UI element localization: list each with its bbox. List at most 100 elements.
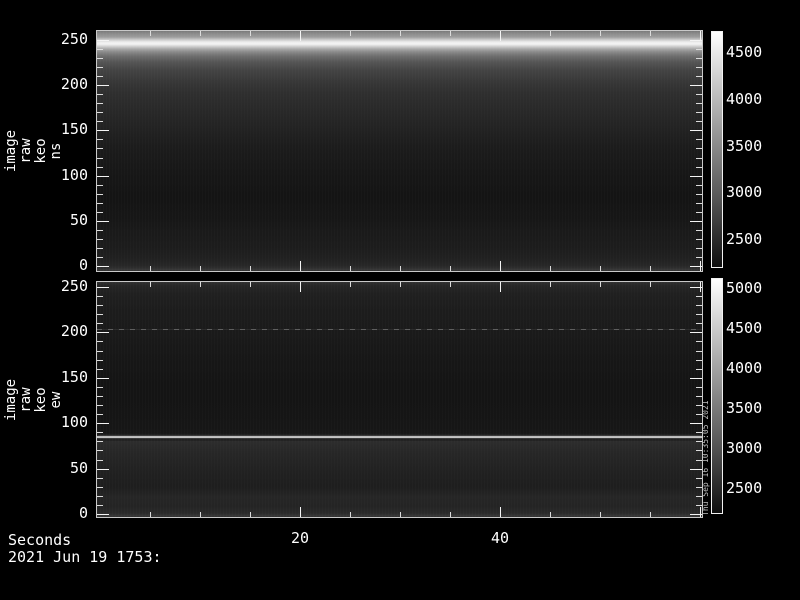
y-axis-tick (97, 351, 103, 352)
y-axis-tick (696, 58, 702, 59)
y-axis-tick (696, 369, 702, 370)
colorbar-tick-label: 3000 (726, 184, 786, 200)
y-axis-title-line: image (4, 368, 19, 432)
x-axis-tick (600, 266, 601, 271)
y-axis-tick (97, 496, 103, 497)
creation-timestamp: Thu Sep 16 10:35:05 2021 (702, 424, 710, 516)
y-tick-label: 150 (38, 369, 88, 385)
y-axis-tick (690, 176, 702, 177)
y-axis-tick (696, 212, 702, 213)
y-axis-tick (696, 478, 702, 479)
x-axis-tick (350, 31, 351, 36)
x-axis-tick (400, 282, 401, 287)
y-axis-tick (696, 139, 702, 140)
colorbar-tick-label: 5000 (726, 280, 786, 296)
y-axis-tick (696, 121, 702, 122)
y-axis-tick (97, 67, 103, 68)
colorbar-tick-label: 3000 (726, 440, 786, 456)
y-axis-tick (97, 396, 103, 397)
y-axis-tick (696, 405, 702, 406)
y-tick-label: 150 (38, 121, 88, 137)
x-axis-tick (450, 282, 451, 287)
y-axis-tick (696, 103, 702, 104)
colorbar-tick-label: 2500 (726, 231, 786, 247)
x-axis-tick (350, 512, 351, 517)
x-axis-tick (250, 282, 251, 287)
x-axis-tick (300, 31, 301, 41)
x-axis-tick (150, 512, 151, 517)
colorbar-gradient-ew (712, 279, 722, 513)
x-axis-tick (250, 266, 251, 271)
x-axis-tick (250, 31, 251, 36)
x-axis-tick (200, 282, 201, 287)
x-axis-tick (650, 512, 651, 517)
y-axis-tick (97, 40, 109, 41)
x-axis-tick (650, 282, 651, 287)
x-axis-tick (150, 266, 151, 271)
y-tick-label: 100 (38, 167, 88, 183)
y-axis-tick (97, 323, 103, 324)
y-axis-tick (97, 203, 103, 204)
y-axis-tick (696, 239, 702, 240)
y-axis-tick (97, 487, 103, 488)
y-axis-tick (97, 176, 109, 177)
y-axis-tick (696, 414, 702, 415)
y-axis-tick (690, 469, 702, 470)
y-axis-tick (696, 505, 702, 506)
colorbar-tick-label: 4500 (726, 320, 786, 336)
y-axis-tick (97, 167, 103, 168)
y-axis-tick (97, 148, 103, 149)
y-axis-tick (696, 460, 702, 461)
y-axis-tick (696, 167, 702, 168)
y-axis-tick (97, 460, 103, 461)
y-tick-label: 250 (38, 278, 88, 294)
y-axis-tick (97, 103, 103, 104)
y-axis-tick (696, 305, 702, 306)
x-tick-label: 40 (480, 530, 520, 546)
y-axis-tick (97, 130, 109, 131)
y-axis-tick (97, 287, 109, 288)
x-axis-tick (550, 512, 551, 517)
y-axis-tick (696, 67, 702, 68)
y-axis-tick (97, 121, 103, 122)
y-axis-tick (97, 230, 103, 231)
y-axis-tick (97, 332, 109, 333)
colorbar-tick-label: 3500 (726, 138, 786, 154)
y-axis-tick (696, 94, 702, 95)
y-axis-tick (696, 185, 702, 186)
colorbar-tick-label: 3500 (726, 400, 786, 416)
y-tick-label: 100 (38, 414, 88, 430)
y-axis-title-line: raw (19, 119, 34, 183)
y-axis-tick (97, 85, 109, 86)
keogram-panel-ns (96, 30, 703, 272)
colorbar-tick-label: 4000 (726, 91, 786, 107)
x-axis-tick (450, 266, 451, 271)
x-axis-tick (600, 31, 601, 36)
y-axis-tick (696, 496, 702, 497)
colorbar-tick-label: 4500 (726, 44, 786, 60)
y-axis-tick (97, 112, 103, 113)
y-axis-tick (690, 130, 702, 131)
y-axis-tick (97, 469, 109, 470)
y-axis-tick (696, 49, 702, 50)
y-axis-tick (690, 332, 702, 333)
y-axis-tick (97, 360, 103, 361)
y-axis-tick (690, 221, 702, 222)
y-axis-tick (696, 76, 702, 77)
y-axis-tick (696, 450, 702, 451)
y-tick-label: 50 (38, 212, 88, 228)
x-axis-tick (300, 261, 301, 271)
y-axis-tick (97, 139, 103, 140)
x-axis-tick (150, 282, 151, 287)
y-axis-tick (97, 239, 103, 240)
x-axis-tick (700, 507, 701, 517)
x-axis-tick (200, 31, 201, 36)
y-axis-tick (97, 369, 103, 370)
y-axis-tick (97, 248, 103, 249)
x-axis-tick (300, 282, 301, 292)
y-axis-tick (97, 296, 103, 297)
x-axis-tick (350, 282, 351, 287)
y-axis-tick (696, 296, 702, 297)
x-axis-tick (450, 31, 451, 36)
x-axis-tick (600, 512, 601, 517)
